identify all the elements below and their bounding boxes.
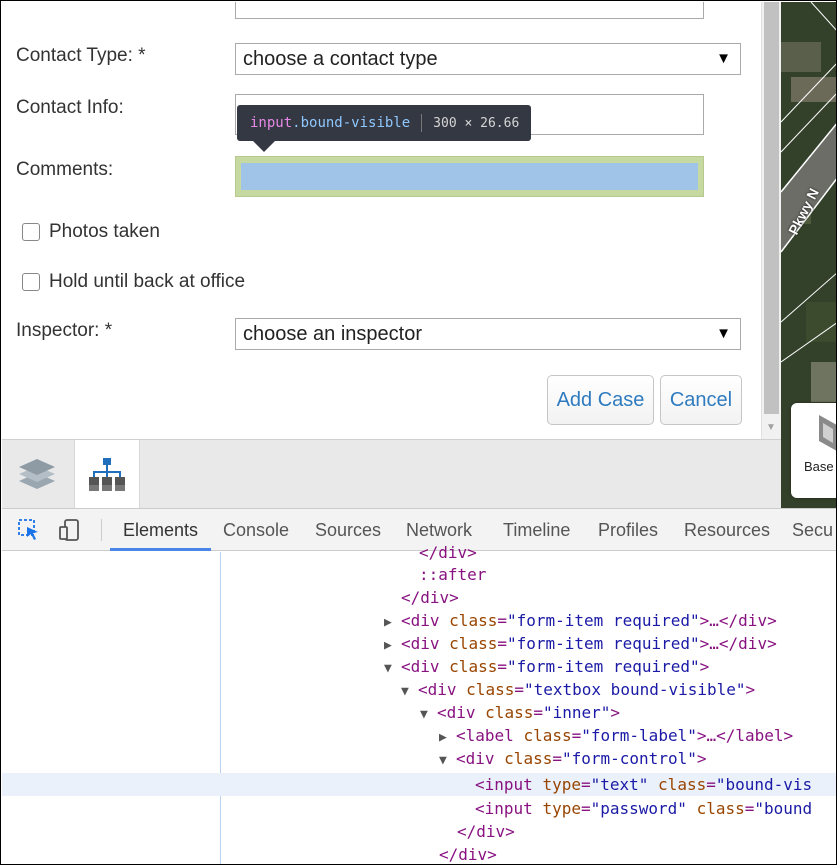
collapsed-triangle-icon[interactable]: ▶ (384, 611, 401, 634)
dom-line[interactable]: ▼ <div class="textbox bound-visible"> (401, 678, 755, 701)
comments-input-highlight[interactable] (235, 156, 704, 197)
dom-line[interactable]: ▶ <div class="form-item required">…</div> (384, 609, 777, 632)
panel-tab-bar (2, 439, 781, 508)
case-form-panel: Contact Type: * choose a contact type ▼ … (2, 2, 761, 439)
tab-profiles[interactable]: Profiles (598, 509, 658, 551)
photos-taken-label: Photos taken (49, 221, 160, 242)
tab-console[interactable]: Console (223, 509, 289, 551)
form-scrollbar[interactable]: ▼ (761, 2, 781, 439)
dom-line[interactable]: ▶ <label class="form-label">…</label> (439, 724, 793, 747)
inspect-element-icon[interactable] (17, 518, 41, 542)
layers-tab[interactable] (4, 440, 70, 508)
sitemap-icon (89, 458, 125, 491)
dom-closing-tag: </div> (401, 588, 459, 607)
dom-line[interactable]: </div> (419, 541, 477, 564)
basemap-toggle-card[interactable]: Base (791, 403, 836, 498)
dom-closing-tag: </div> (419, 543, 477, 562)
hold-until-office-label: Hold until back at office (49, 271, 246, 292)
toolbar-divider (101, 519, 102, 541)
dom-line[interactable]: ▼ <div class="form-item required"> (384, 655, 709, 678)
contact-type-value: choose a contact type (243, 48, 438, 70)
dom-line[interactable]: </div> (439, 843, 497, 864)
dom-line[interactable]: </div> (401, 586, 459, 609)
dom-closing-tag: </div> (457, 822, 515, 841)
tab-elements[interactable]: Elements (123, 509, 198, 551)
expanded-triangle-icon[interactable]: ▼ (420, 703, 437, 726)
dom-line[interactable]: ::after (419, 563, 486, 586)
photos-taken-checkbox[interactable] (22, 223, 40, 241)
contact-info-label: Contact Info: (16, 97, 124, 118)
tooltip-caret (253, 141, 275, 152)
hold-until-office-checkbox[interactable] (22, 273, 40, 291)
basemap-icon (819, 415, 836, 451)
scroll-down-arrow-icon[interactable]: ▼ (766, 422, 776, 433)
scrollbar-thumb[interactable] (764, 2, 779, 414)
hold-until-office-row[interactable]: Hold until back at office (22, 271, 245, 293)
collapsed-triangle-icon[interactable]: ▶ (439, 726, 456, 749)
tooltip-tag-name: input (250, 115, 293, 131)
tooltip-class-name: .bound-visible (292, 115, 411, 131)
device-mode-icon[interactable] (58, 518, 82, 542)
inspector-label: Inspector: * (16, 320, 113, 341)
tab-security[interactable]: Secu (792, 509, 833, 551)
devtools-panel: Elements Console Sources Network Timelin… (2, 508, 836, 864)
dom-line-content: <input type="text" class="bound-vis (475, 775, 813, 794)
devtools-element-tooltip: input .bound-visible 300 × 26.66 (237, 105, 532, 141)
expanded-triangle-icon[interactable]: ▼ (401, 680, 418, 703)
tab-resources[interactable]: Resources (684, 509, 770, 551)
tab-sources[interactable]: Sources (315, 509, 381, 551)
contact-type-select[interactable]: choose a contact type ▼ (235, 43, 741, 75)
inspector-value: choose an inspector (243, 323, 423, 345)
contact-type-label: Contact Type: * (16, 45, 146, 66)
collapsed-triangle-icon[interactable]: ▶ (384, 634, 401, 657)
photos-taken-row[interactable]: Photos taken (22, 221, 160, 243)
dropdown-arrow-icon: ▼ (716, 50, 731, 67)
dom-line[interactable]: ▼ <div class="form-control"> (439, 747, 706, 770)
active-tab-indicator (110, 548, 211, 551)
dom-line[interactable]: </div> (457, 820, 515, 843)
tooltip-separator (421, 114, 423, 132)
tooltip-dimensions: 300 × 26.66 (433, 115, 520, 131)
dom-line[interactable]: <input type="password" class="bound (475, 797, 812, 820)
expanded-triangle-icon[interactable]: ▼ (384, 657, 401, 680)
dom-line[interactable]: ▶ <div class="form-item required">…</div> (384, 632, 777, 655)
dom-line[interactable]: ▼ <div class="inner"> (420, 701, 620, 724)
basemap-label: Base (804, 459, 834, 474)
layers-icon (19, 459, 55, 489)
inspector-select[interactable]: choose an inspector ▼ (235, 318, 741, 350)
add-case-button[interactable]: Add Case (547, 375, 654, 425)
dom-closing-tag: </div> (439, 845, 497, 864)
screenshot-frame: Contact Type: * choose a contact type ▼ … (0, 0, 837, 865)
previous-field-input[interactable] (235, 2, 704, 19)
comments-label: Comments: (16, 159, 114, 180)
dom-pseudo-element: ::after (419, 565, 487, 584)
cancel-button[interactable]: Cancel (660, 375, 742, 425)
devtools-left-pane (2, 552, 221, 864)
expanded-triangle-icon[interactable]: ▼ (439, 749, 456, 772)
dom-line-selected[interactable]: <input type="text" class="bound-vis (2, 773, 836, 796)
sitemap-tab[interactable] (74, 440, 140, 508)
comments-input-content-box (241, 163, 698, 190)
dropdown-arrow-icon: ▼ (716, 325, 731, 342)
tab-timeline[interactable]: Timeline (503, 509, 570, 551)
